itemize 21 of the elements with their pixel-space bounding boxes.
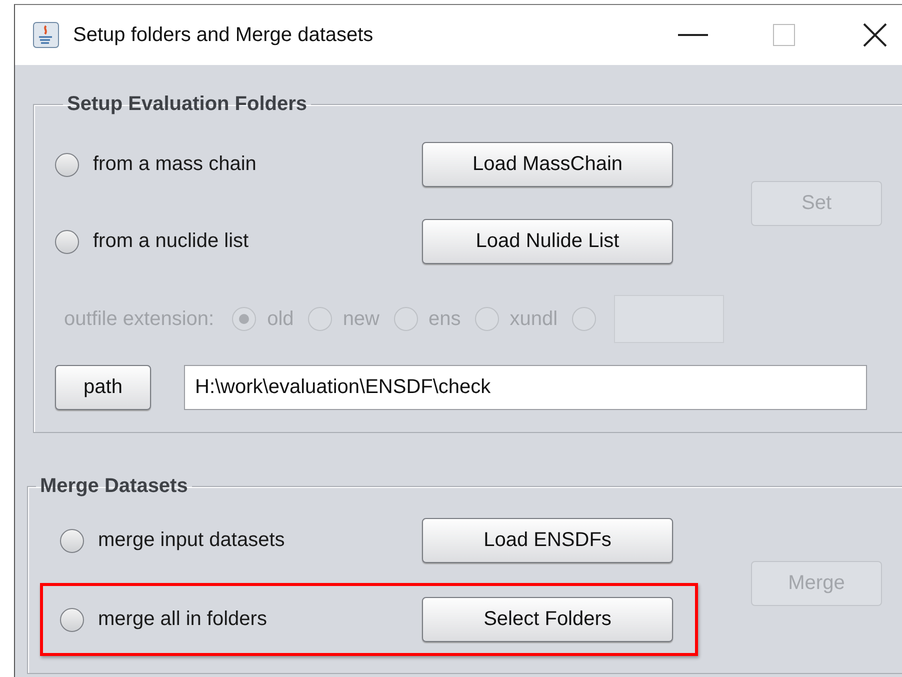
radio-label: merge input datasets xyxy=(98,529,285,552)
maximize-icon[interactable] xyxy=(772,24,794,46)
load-button[interactable]: Load Nulide List xyxy=(422,219,673,264)
radio-button[interactable] xyxy=(55,230,79,254)
radio-label: from a nuclide list xyxy=(93,230,249,253)
close-icon[interactable] xyxy=(862,23,886,47)
load-button[interactable]: Load ENSDFs xyxy=(422,518,673,563)
radio-label: from a mass chain xyxy=(93,153,256,176)
radio-label: merge all in folders xyxy=(98,608,267,631)
app-icon xyxy=(33,22,59,48)
load-button[interactable]: Select Folders xyxy=(422,597,673,642)
minimize-icon[interactable] xyxy=(678,33,708,37)
path-field[interactable]: H:\work\evaluation\ENSDF\check xyxy=(184,365,867,410)
radio-button[interactable] xyxy=(60,528,84,552)
radio-button[interactable] xyxy=(60,608,84,632)
load-button[interactable]: Load MassChain xyxy=(422,142,673,187)
group-title: Setup Evaluation Folders xyxy=(66,92,308,116)
group-title: Merge Datasets xyxy=(39,474,189,498)
radio-button[interactable] xyxy=(55,152,79,176)
window-title: Setup folders and Merge datasets xyxy=(73,24,374,46)
path-button[interactable]: path xyxy=(55,365,151,410)
